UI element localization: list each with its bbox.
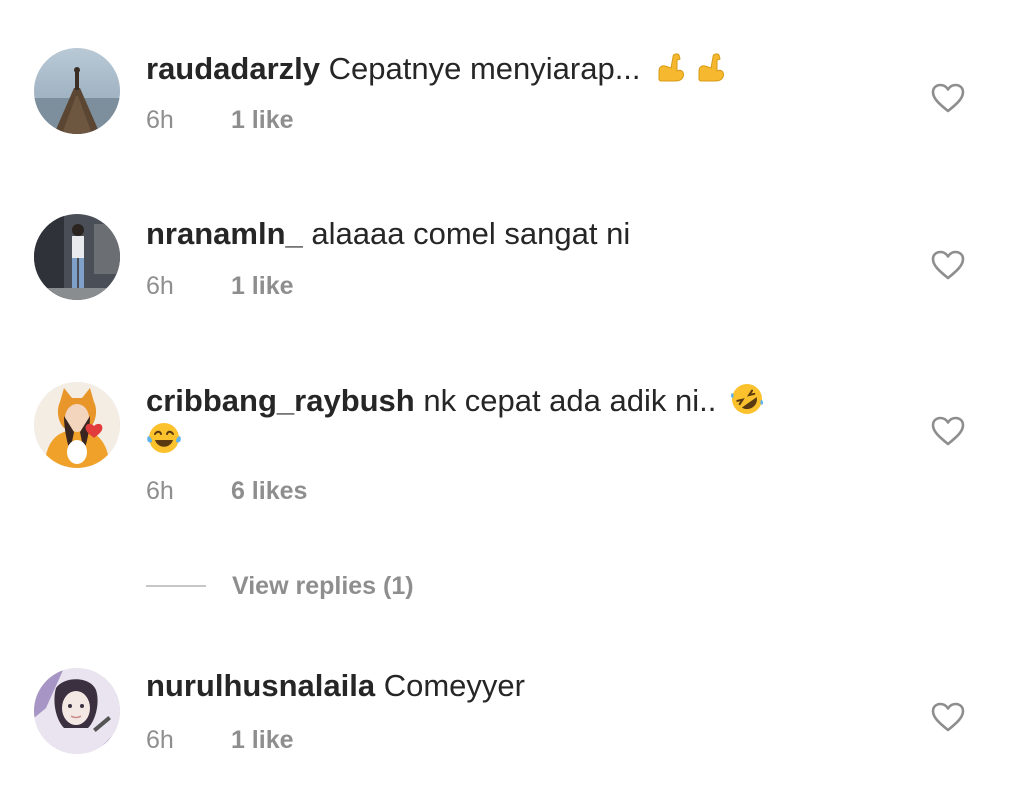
comment-text: nranamln_ alaaaa comel sangat ni: [146, 215, 846, 253]
flexed-biceps-emoji: [693, 49, 729, 85]
comment-meta: 6h 1 like: [146, 271, 294, 301]
comment-text: nurulhusnalaila Comeyyer: [146, 667, 846, 705]
comment-likes[interactable]: 1 like: [231, 726, 294, 754]
comment-body: Cepatnye menyiarap...: [328, 51, 641, 86]
avatar[interactable]: [34, 668, 120, 754]
flexed-biceps-emoji: [653, 49, 689, 85]
comment-body: alaaaa comel sangat ni: [311, 216, 631, 251]
comment-text: cribbang_raybush nk cepat ada adik ni..: [146, 381, 846, 459]
comment-meta: 6h 6 likes: [146, 476, 307, 506]
heart-outline-icon[interactable]: [930, 82, 966, 114]
comment-username[interactable]: raudadarzly: [146, 51, 320, 86]
comment-likes[interactable]: 6 likes: [231, 477, 307, 505]
comment-username[interactable]: nranamln_: [146, 216, 303, 251]
comment-username[interactable]: nurulhusnalaila: [146, 668, 375, 703]
comment-time: 6h: [146, 106, 174, 134]
view-replies-label: View replies (1): [232, 571, 414, 600]
heart-outline-icon[interactable]: [930, 249, 966, 281]
comment-body: nk cepat ada adik ni..: [423, 383, 717, 418]
view-replies-button[interactable]: View replies (1): [146, 570, 414, 602]
comment-username[interactable]: cribbang_raybush: [146, 383, 415, 418]
comment-time: 6h: [146, 477, 174, 505]
comment-body: Comeyyer: [383, 668, 525, 703]
comment-meta: 6h 1 like: [146, 105, 294, 135]
comment-text: raudadarzly Cepatnye menyiarap...: [146, 49, 846, 88]
rolling-on-floor-laughing-emoji: [729, 381, 765, 417]
face-with-tears-of-joy-emoji: [146, 420, 182, 456]
avatar[interactable]: [34, 382, 120, 468]
heart-outline-icon[interactable]: [930, 701, 966, 733]
heart-outline-icon[interactable]: [930, 415, 966, 447]
comment-time: 6h: [146, 726, 174, 754]
avatar[interactable]: [34, 48, 120, 134]
comment-meta: 6h 1 like: [146, 725, 294, 755]
comment-likes[interactable]: 1 like: [231, 272, 294, 300]
comment-likes[interactable]: 1 like: [231, 106, 294, 134]
comment-time: 6h: [146, 272, 174, 300]
avatar[interactable]: [34, 214, 120, 300]
replies-divider: [146, 585, 206, 587]
